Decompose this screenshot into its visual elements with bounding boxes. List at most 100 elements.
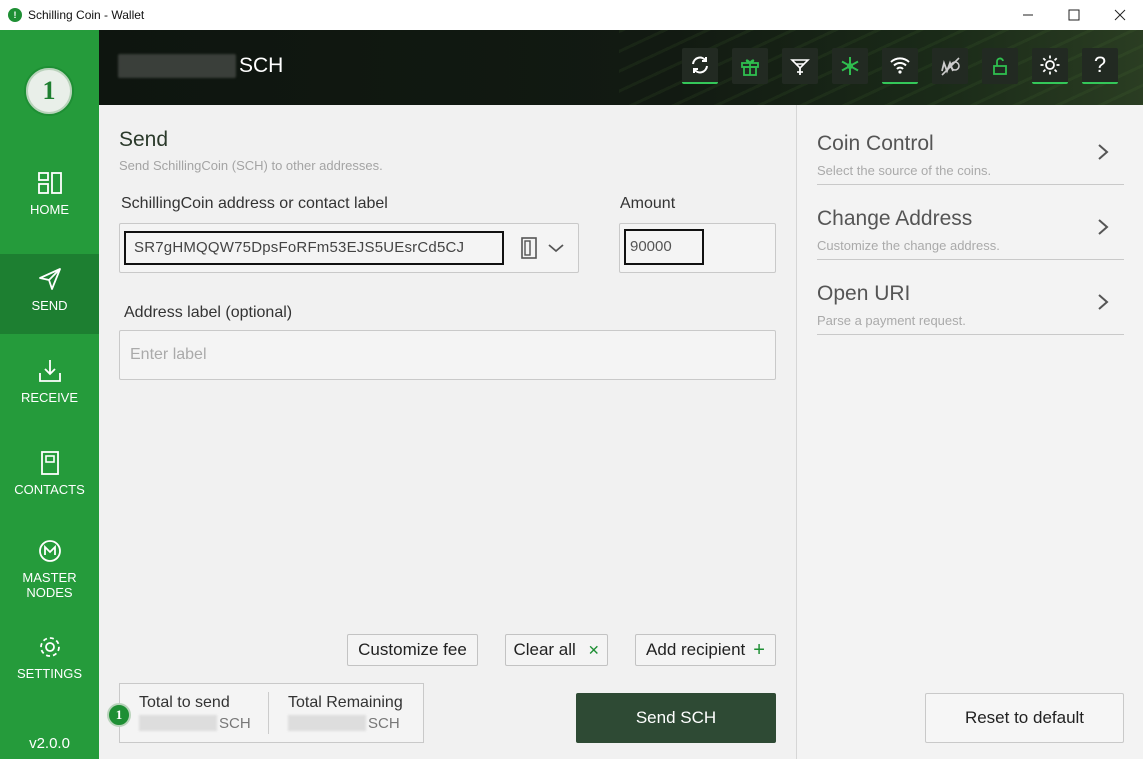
chevron-right-icon bbox=[1098, 144, 1109, 160]
app-logo-icon: ! bbox=[8, 8, 22, 22]
help-icon: ? bbox=[1093, 52, 1107, 77]
sidebar-item-label: SETTINGS bbox=[16, 666, 82, 681]
option-title: Change Address bbox=[817, 207, 973, 230]
sidebar: 1 HOME SEND RECEIVE CONTACTS MASTER NODE… bbox=[0, 30, 99, 759]
amount-field[interactable]: 90000 bbox=[619, 223, 776, 273]
wifi-icon bbox=[890, 57, 910, 74]
customize-fee-button[interactable]: Customize fee bbox=[347, 634, 478, 666]
sidebar-item-send[interactable]: SEND bbox=[0, 254, 99, 334]
address-book-button[interactable] bbox=[518, 236, 540, 260]
reset-to-default-button[interactable]: Reset to default bbox=[925, 693, 1124, 743]
chevron-right-icon bbox=[1098, 294, 1109, 310]
total-to-send-value-redacted bbox=[139, 715, 217, 731]
chevron-down-icon bbox=[548, 244, 564, 253]
address-field-label: SchillingCoin address or contact label bbox=[121, 195, 388, 212]
plus-icon: + bbox=[753, 638, 765, 661]
address-book-icon bbox=[521, 237, 537, 259]
theme-sun-icon bbox=[1040, 55, 1060, 75]
balance-value-redacted bbox=[118, 54, 236, 78]
sidebar-item-label: CONTACTS bbox=[14, 482, 85, 497]
clear-all-label: Clear all bbox=[513, 640, 576, 659]
address-label-field-label: Address label (optional) bbox=[124, 304, 293, 321]
schilling-logo: 1 bbox=[24, 66, 74, 116]
sidebar-item-label: RECEIVE bbox=[20, 390, 79, 405]
masternode-icon bbox=[38, 540, 61, 562]
maximize-button[interactable] bbox=[1051, 0, 1097, 30]
total-remaining: Total Remaining SCH bbox=[288, 694, 403, 732]
sidebar-item-label-line1: MASTER bbox=[22, 570, 77, 585]
app-version: v2.0.0 bbox=[29, 735, 70, 752]
sidebar-item-masternodes[interactable]: MASTER NODES bbox=[0, 538, 99, 628]
address-input[interactable]: SR7gHMQQW75DpsFoRFm53EJS5UEsrCd5CJ bbox=[124, 231, 504, 265]
option-title: Open URI bbox=[817, 282, 911, 305]
minimize-button[interactable] bbox=[1005, 0, 1051, 30]
sidebar-item-label: HOME bbox=[30, 202, 69, 217]
add-recipient-label: Add recipient bbox=[646, 640, 746, 659]
option-subtitle: Select the source of the coins. bbox=[817, 163, 992, 178]
address-field[interactable]: SR7gHMQQW75DpsFoRFm53EJS5UEsrCd5CJ bbox=[119, 223, 579, 273]
open-uri-option[interactable]: Open URI Parse a payment request. bbox=[817, 260, 1124, 335]
maximize-icon bbox=[1068, 9, 1080, 21]
total-to-send-label: Total to send bbox=[139, 694, 230, 711]
address-label-input[interactable] bbox=[120, 331, 775, 379]
sidebar-item-receive[interactable]: RECEIVE bbox=[0, 358, 99, 434]
sync-button[interactable] bbox=[682, 48, 718, 84]
sidebar-item-contacts[interactable]: CONTACTS bbox=[0, 450, 99, 526]
paper-plane-icon bbox=[38, 268, 61, 290]
page-title: Send bbox=[119, 128, 169, 151]
option-subtitle: Parse a payment request. bbox=[817, 313, 966, 328]
chevron-right-icon bbox=[1098, 219, 1109, 235]
unlock-icon bbox=[993, 57, 1007, 75]
tor-button[interactable] bbox=[932, 48, 968, 84]
lock-button[interactable] bbox=[982, 48, 1018, 84]
option-subtitle: Customize the change address. bbox=[817, 238, 1000, 253]
page-subtitle: Send SchillingCoin (SCH) to other addres… bbox=[119, 158, 383, 173]
minimize-icon bbox=[1023, 14, 1033, 16]
sidebar-item-settings[interactable]: SETTINGS bbox=[0, 634, 99, 710]
theme-button[interactable] bbox=[1032, 48, 1068, 84]
window-titlebar: ! Schilling Coin - Wallet bbox=[0, 0, 1143, 30]
send-panel: Send Send SchillingCoin (SCH) to other a… bbox=[99, 105, 796, 759]
address-dropdown-button[interactable] bbox=[546, 236, 566, 260]
gift-button[interactable] bbox=[732, 48, 768, 84]
clear-icon: ✕ bbox=[587, 641, 600, 658]
cold-staking-icon bbox=[841, 57, 859, 75]
hot-staking-icon bbox=[790, 59, 810, 75]
home-grid-icon bbox=[37, 172, 62, 194]
sync-icon bbox=[692, 56, 708, 74]
total-remaining-value-redacted bbox=[288, 715, 366, 731]
total-to-send: Total to send SCH bbox=[139, 694, 251, 732]
amount-input[interactable]: 90000 bbox=[624, 229, 704, 265]
address-book-icon bbox=[40, 451, 59, 475]
gift-icon bbox=[741, 59, 759, 76]
sidebar-item-label-line2: NODES bbox=[26, 585, 73, 600]
clear-all-button[interactable]: Clear all ✕ bbox=[505, 634, 608, 666]
amount-field-label: Amount bbox=[620, 195, 676, 212]
coin-badge-icon: 1 bbox=[107, 703, 131, 727]
option-title: Coin Control bbox=[817, 132, 934, 155]
balance-header: SCH ? bbox=[99, 30, 1143, 105]
totals-divider bbox=[268, 692, 269, 734]
close-button[interactable] bbox=[1097, 0, 1143, 30]
gear-icon bbox=[39, 637, 60, 657]
hot-staking-button[interactable] bbox=[782, 48, 818, 84]
address-label-field[interactable] bbox=[119, 330, 776, 380]
totals-box: Total to send SCH Total Remaining SCH bbox=[119, 683, 424, 743]
tor-disabled-icon bbox=[941, 57, 960, 76]
help-button[interactable]: ? bbox=[1082, 48, 1118, 84]
send-button[interactable]: Send SCH bbox=[576, 693, 776, 743]
balance-unit: SCH bbox=[239, 54, 284, 77]
options-panel: Coin Control Select the source of the co… bbox=[796, 105, 1143, 759]
logo-glyph: 1 bbox=[42, 76, 56, 105]
total-to-send-unit: SCH bbox=[219, 714, 251, 732]
cold-staking-button[interactable] bbox=[832, 48, 868, 84]
download-icon bbox=[38, 360, 61, 382]
window-title: Schilling Coin - Wallet bbox=[28, 8, 145, 22]
change-address-option[interactable]: Change Address Customize the change addr… bbox=[817, 185, 1124, 260]
coin-control-option[interactable]: Coin Control Select the source of the co… bbox=[817, 110, 1124, 185]
customize-fee-label: Customize fee bbox=[358, 640, 467, 659]
network-button[interactable] bbox=[882, 48, 918, 84]
sidebar-item-label: SEND bbox=[31, 298, 68, 313]
sidebar-item-home[interactable]: HOME bbox=[0, 170, 99, 246]
add-recipient-button[interactable]: Add recipient + bbox=[635, 634, 776, 666]
